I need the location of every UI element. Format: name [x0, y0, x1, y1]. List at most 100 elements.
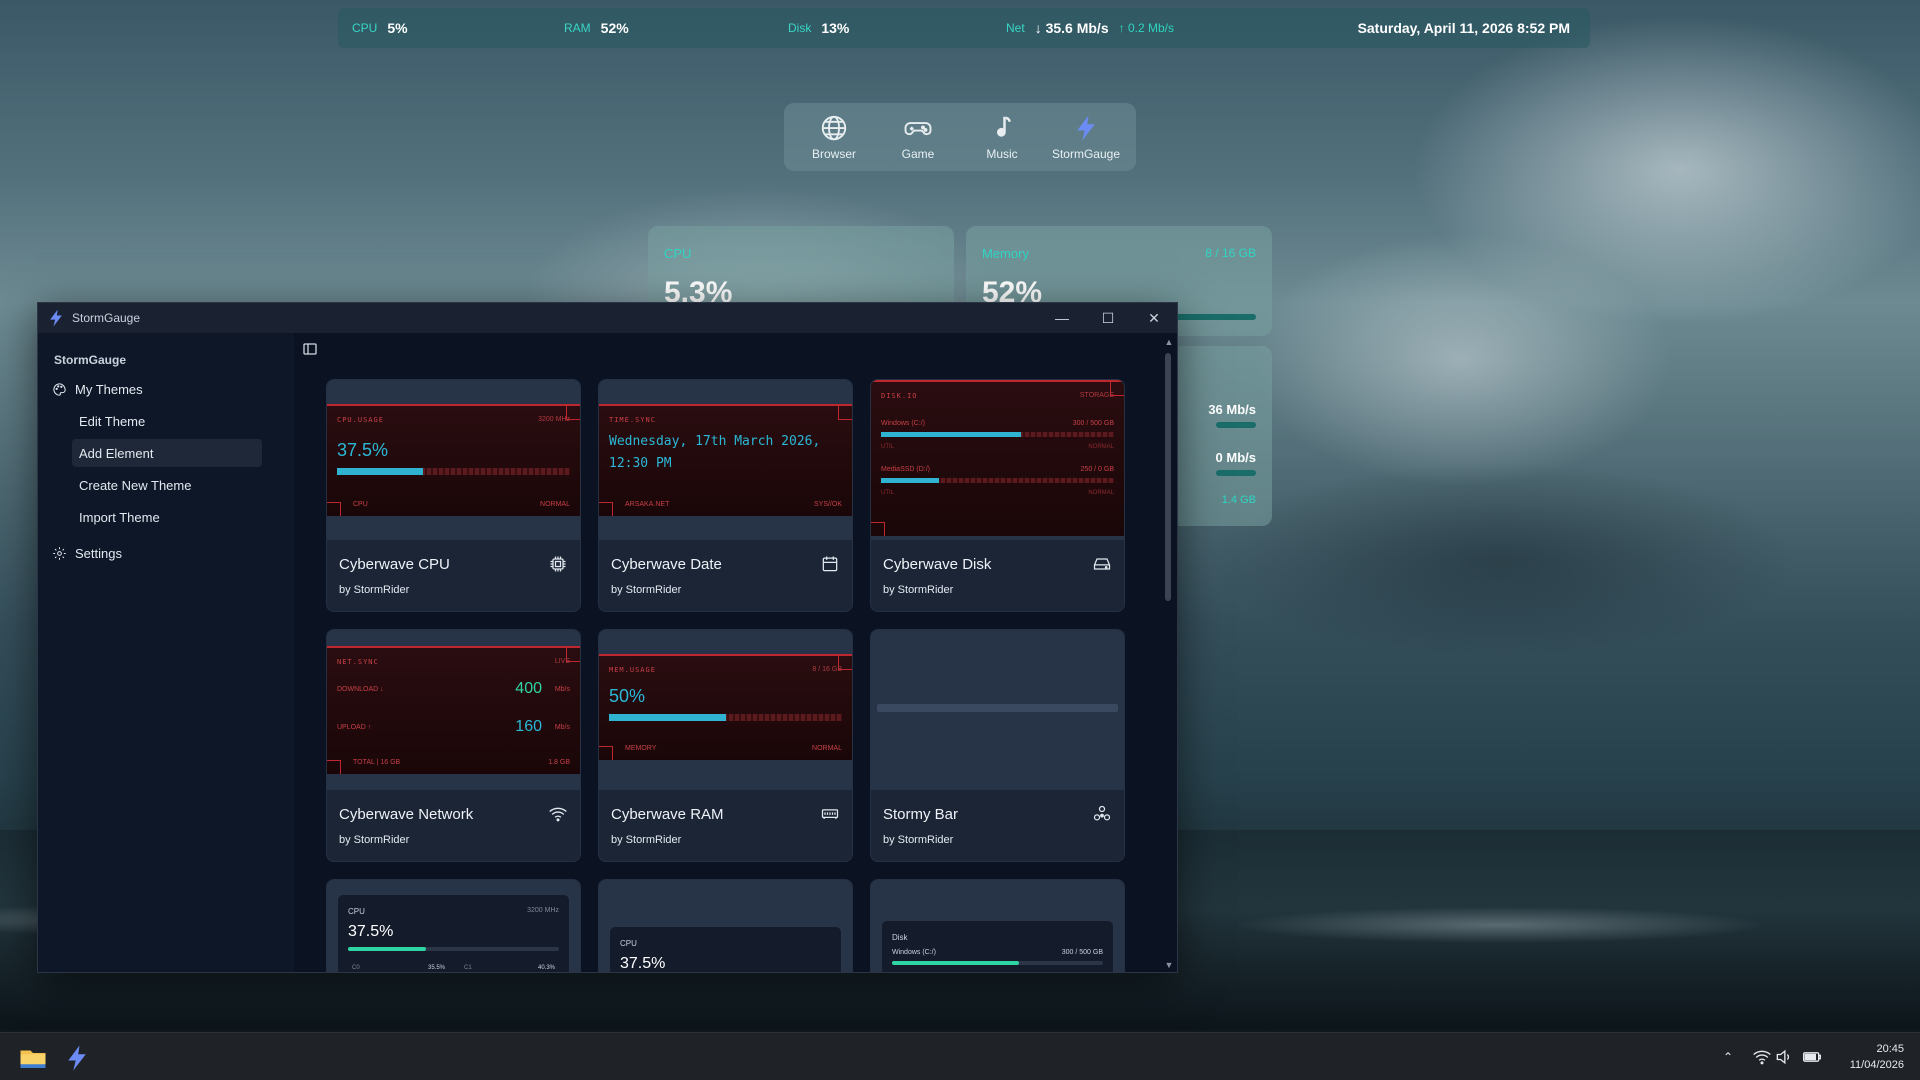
sidebar-settings-label: Settings: [75, 545, 122, 561]
status-ram: RAM 52%: [564, 8, 629, 48]
taskbar-clock[interactable]: 20:45 11/04/2026: [1850, 1041, 1904, 1073]
cyberwave-network-preview: NET.SYNC LIVE DOWNLOAD ↓ 400 Mb/s UPLOAD…: [327, 646, 580, 774]
theme-card-cyberwave-cpu[interactable]: CPU.USAGE 3200 MHz 37.5% CPU NORMAL Cybe…: [326, 379, 581, 612]
lightning-icon: [1077, 115, 1095, 141]
sidebar-item-edit-theme[interactable]: Edit Theme: [72, 407, 262, 435]
close-button[interactable]: ✕: [1131, 303, 1177, 333]
scroll-down-arrow-icon[interactable]: ▼: [1164, 960, 1174, 970]
desktop-net-total: 1.4 GB: [1221, 494, 1256, 506]
scroll-up-arrow-icon[interactable]: ▲: [1164, 337, 1174, 347]
palette-icon: [53, 382, 66, 396]
status-datetime: Saturday, April 11, 2026 8:52 PM: [1357, 20, 1570, 36]
dock-browser[interactable]: Browser: [795, 113, 873, 161]
preview-foot-right: 1.8 GB: [548, 759, 570, 766]
preview-foot-left: CPU: [353, 501, 368, 508]
preview-foot-right: NORMAL: [812, 745, 842, 752]
dock-music[interactable]: Music: [963, 113, 1041, 161]
preview-ram-bar: [609, 714, 842, 721]
preview-drive2-value: 250 / 0 GB: [1080, 466, 1114, 473]
chevron-up-icon[interactable]: ⌃: [1718, 1047, 1738, 1067]
preview-cpu-value: 37.5%: [337, 440, 389, 460]
desktop-net-down-bar: [1216, 422, 1256, 428]
preview-drive1-util: UTIL: [881, 444, 895, 450]
card-preview: CPU.USAGE 3200 MHz 37.5% CPU NORMAL: [327, 380, 580, 540]
preview-cpu-label: CPU: [348, 907, 365, 916]
preview-cpu-bar: [348, 947, 559, 951]
gamepad-icon: [904, 122, 932, 136]
dock-game[interactable]: Game: [879, 113, 957, 161]
corner-decor: [838, 406, 852, 420]
cyberwave-disk-preview: DISK.IO STORAGE Windows (C:/) 300 / 500 …: [871, 380, 1124, 536]
sidebar-item-import-theme[interactable]: Import Theme: [72, 503, 262, 531]
desktop-net-up: 0 Mb/s: [1215, 450, 1256, 465]
status-cpu-label: CPU: [352, 21, 378, 35]
card-title: Cyberwave Disk: [883, 556, 992, 573]
card-preview: CPU 3200 MHz 37.5% C0 35.5% C1 40.3%: [327, 880, 580, 972]
cyberwave-cpu-preview: CPU.USAGE 3200 MHz 37.5% CPU NORMAL: [327, 404, 580, 516]
theme-card-cyberwave-disk[interactable]: DISK.IO STORAGE Windows (C:/) 300 / 500 …: [870, 379, 1125, 612]
theme-card-cyberwave-network[interactable]: NET.SYNC LIVE DOWNLOAD ↓ 400 Mb/s UPLOAD…: [326, 629, 581, 862]
card-author: by StormRider: [883, 834, 954, 846]
status-ram-label: RAM: [564, 21, 591, 35]
status-bar: CPU 5% RAM 52% Disk 13% Net ↓ 35.6 Mb/s …: [338, 8, 1590, 48]
globe-icon: [821, 115, 847, 141]
card-author: by StormRider: [339, 834, 410, 846]
preview-drive1-value: 300 / 500 GB: [1072, 420, 1114, 427]
battery-icon[interactable]: [1802, 1047, 1822, 1067]
sidebar-item-add-element[interactable]: Add Element: [72, 439, 262, 467]
maximize-button[interactable]: ☐: [1085, 303, 1131, 333]
scroll-thumb[interactable]: [1165, 353, 1171, 601]
file-explorer-icon[interactable]: [18, 1043, 48, 1073]
status-cpu: CPU 5%: [352, 8, 408, 48]
sidebar-item-create-new-theme[interactable]: Create New Theme: [72, 471, 262, 499]
vertical-scrollbar[interactable]: ▲ ▼: [1161, 333, 1177, 972]
desktop-net-up-bar: [1216, 470, 1256, 476]
theme-card-cpu-minimal[interactable]: CPU 37.5%: [598, 879, 853, 972]
preview-disk-label: Disk: [892, 933, 908, 942]
theme-card-cyberwave-date[interactable]: TIME.SYNC Wednesday, 17th March 2026, 12…: [598, 379, 853, 612]
preview-disk-bar: [892, 961, 1103, 965]
preview-time-text: 12:30 PM: [609, 456, 672, 471]
card-preview: Disk Windows (C:/) 300 / 500 GB: [871, 880, 1124, 972]
minimize-button[interactable]: —: [1039, 303, 1085, 333]
sidebar-item-my-themes[interactable]: My Themes: [52, 375, 143, 403]
preview-tag: 8 / 16 GB: [812, 666, 842, 673]
theme-card-stormy-cpu[interactable]: CPU 3200 MHz 37.5% C0 35.5% C1 40.3%: [326, 879, 581, 972]
gear-icon: [53, 546, 66, 560]
preview-drive2-bar: [881, 478, 1114, 483]
cyberwave-ram-preview: MEM.USAGE 8 / 16 GB 50% MEMORY NORMAL: [599, 654, 852, 760]
preview-foot-right: SYS//OK: [813, 501, 842, 508]
card-preview: [871, 630, 1124, 790]
dock-stormgauge[interactable]: StormGauge: [1047, 113, 1125, 161]
status-disk-label: Disk: [788, 21, 812, 35]
corner-decor: [871, 522, 885, 536]
wifi-icon[interactable]: [1752, 1047, 1772, 1067]
memory-icon: [820, 804, 840, 824]
preview-cpu-value: 37.5%: [620, 955, 666, 972]
preview-cpu-bar-fill: [337, 468, 424, 475]
status-cpu-value: 5%: [387, 20, 408, 36]
card-preview: TIME.SYNC Wednesday, 17th March 2026, 12…: [599, 380, 852, 540]
sidebar-toggle-button[interactable]: [302, 341, 318, 357]
speaker-icon[interactable]: [1774, 1047, 1794, 1067]
card-title: Cyberwave CPU: [339, 556, 450, 573]
stormy-cpu-preview: CPU 3200 MHz 37.5% C0 35.5% C1 40.3%: [337, 894, 570, 972]
sidebar-item-settings[interactable]: Settings: [52, 539, 122, 567]
card-author: by StormRider: [611, 834, 682, 846]
dock-music-label: Music: [986, 147, 1018, 161]
corner-decor: [599, 502, 613, 516]
preview-drive2-util: UTIL: [881, 490, 895, 496]
status-net: Net ↓ 35.6 Mb/s ↑ 0.2 Mb/s: [1006, 8, 1174, 48]
cyberwave-date-preview: TIME.SYNC Wednesday, 17th March 2026, 12…: [599, 404, 852, 516]
preview-disk-drive: Windows (C:/): [892, 949, 936, 956]
theme-card-stormy-bar[interactable]: Stormy Bar by StormRider: [870, 629, 1125, 862]
lightning-icon[interactable]: [62, 1043, 92, 1073]
window-titlebar[interactable]: StormGauge — ☐ ✕: [38, 303, 1177, 333]
wifi-icon: [548, 804, 568, 824]
theme-card-disk-minimal[interactable]: Disk Windows (C:/) 300 / 500 GB: [870, 879, 1125, 972]
theme-card-cyberwave-ram[interactable]: MEM.USAGE 8 / 16 GB 50% MEMORY NORMAL Cy…: [598, 629, 853, 862]
stormgauge-window: StormGauge — ☐ ✕ StormGauge My Themes Ed…: [37, 302, 1178, 973]
preview-drive1-status: NORMAL: [1088, 444, 1114, 450]
preview-upload-unit: Mb/s: [554, 724, 570, 731]
preview-core0-label: C0: [352, 965, 360, 971]
